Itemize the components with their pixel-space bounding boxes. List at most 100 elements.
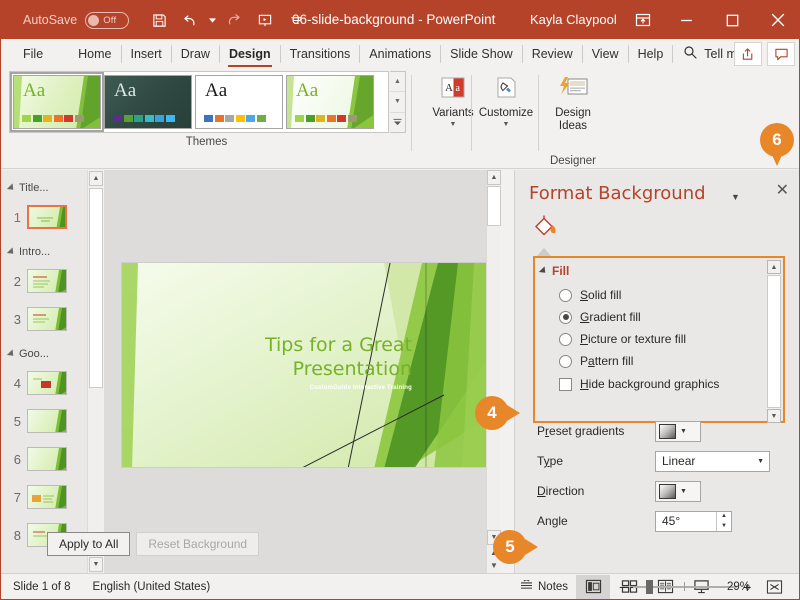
apply-to-all-button[interactable]: Apply to All bbox=[47, 532, 131, 556]
radio-button[interactable] bbox=[559, 310, 572, 324]
thumbnail-pane-scrollbar[interactable]: ▲ ▼ bbox=[87, 170, 103, 573]
chevron-down-icon[interactable]: ▼ bbox=[503, 121, 510, 128]
slide-canvas[interactable]: Tips for a Great Presentation CustomGuid… bbox=[121, 262, 487, 468]
scrollbar-thumb[interactable] bbox=[89, 188, 103, 388]
comments-icon[interactable] bbox=[767, 42, 795, 66]
tab-insert[interactable]: Insert bbox=[122, 39, 171, 69]
list-item[interactable]: 2 bbox=[1, 262, 87, 300]
chevron-down-icon[interactable]: ▼ bbox=[680, 428, 687, 435]
theme-thumbnail-2[interactable]: Aa bbox=[104, 75, 192, 129]
collapse-section-icon[interactable] bbox=[6, 183, 17, 193]
radio-button[interactable] bbox=[559, 288, 572, 302]
tab-file[interactable]: File bbox=[11, 39, 55, 69]
spinner-down-icon[interactable]: ▼ bbox=[717, 521, 731, 531]
customize-button[interactable]: Customize ▼ bbox=[474, 73, 538, 128]
undo-icon[interactable] bbox=[176, 7, 204, 33]
fill-bucket-icon[interactable] bbox=[533, 214, 561, 240]
undo-caret-icon[interactable] bbox=[207, 7, 217, 33]
collapse-section-icon[interactable] bbox=[6, 349, 17, 359]
tab-draw[interactable]: Draw bbox=[172, 39, 219, 69]
slide-area-scrollbar[interactable]: ▲ ▼ ▲ ▼ bbox=[486, 170, 501, 573]
tab-home[interactable]: Home bbox=[69, 39, 120, 69]
theme-thumbnail-1[interactable]: Aa bbox=[10, 72, 104, 132]
share-icon[interactable] bbox=[734, 42, 762, 66]
chevron-down-icon[interactable]: ▼ bbox=[450, 121, 457, 128]
design-ideas-button[interactable]: Design Ideas bbox=[541, 73, 605, 133]
chevron-down-icon[interactable]: ▼ bbox=[757, 458, 764, 465]
language-label[interactable]: English (United States) bbox=[93, 581, 211, 593]
radio-button[interactable] bbox=[559, 354, 572, 368]
scrollbar-thumb[interactable] bbox=[767, 275, 781, 408]
tab-animations[interactable]: Animations bbox=[360, 39, 440, 69]
tab-view[interactable]: View bbox=[583, 39, 628, 69]
maximize-icon[interactable] bbox=[709, 1, 755, 39]
themes-gallery-scrollbar[interactable]: ▲ ▼ bbox=[390, 71, 406, 133]
tab-review[interactable]: Review bbox=[523, 39, 582, 69]
slide-thumbnail[interactable] bbox=[27, 205, 67, 229]
list-item[interactable]: 7 bbox=[1, 478, 87, 516]
zoom-level-label[interactable]: 29% bbox=[727, 581, 750, 593]
chevron-down-icon[interactable]: ▼ bbox=[680, 488, 687, 495]
slide-edit-area[interactable]: Tips for a Great Presentation CustomGuid… bbox=[104, 170, 501, 573]
section-header-title[interactable]: Title... bbox=[1, 178, 87, 198]
fit-slide-to-window-icon[interactable] bbox=[766, 579, 783, 595]
slide-thumbnail[interactable] bbox=[27, 409, 67, 433]
scroll-up-icon[interactable]: ▲ bbox=[767, 260, 781, 274]
next-slide-icon[interactable]: ▼ bbox=[487, 559, 501, 572]
start-slideshow-icon[interactable] bbox=[251, 7, 279, 33]
scroll-down-icon[interactable]: ▼ bbox=[390, 92, 405, 113]
section-header-intro[interactable]: Intro... bbox=[1, 242, 87, 262]
slide-thumbnail-pane[interactable]: Title... 1 Intro... 2 3 Goo... 4 5 6 7 8 bbox=[1, 170, 87, 573]
close-icon[interactable]: ✕ bbox=[776, 183, 789, 199]
ribbon-display-options-icon[interactable] bbox=[623, 1, 663, 39]
preset-gradients-dropdown[interactable]: ▼ bbox=[655, 420, 701, 442]
spinner-buttons[interactable]: ▲ ▼ bbox=[716, 511, 731, 531]
list-item[interactable]: 3 bbox=[1, 300, 87, 338]
collapse-section-icon[interactable] bbox=[6, 247, 17, 257]
scroll-up-icon[interactable]: ▲ bbox=[390, 72, 405, 93]
fill-settings-scrollbar[interactable]: ▲ ▼ bbox=[767, 260, 781, 423]
theme-thumbnail-3[interactable]: Aa bbox=[195, 75, 283, 129]
chevron-down-icon[interactable]: ▼ bbox=[731, 192, 740, 202]
save-icon[interactable] bbox=[145, 7, 173, 33]
scroll-down-icon[interactable]: ▼ bbox=[89, 557, 103, 572]
radio-solid-fill[interactable]: Solid fill bbox=[559, 288, 621, 302]
user-account-name[interactable]: Kayla Claypool bbox=[530, 12, 617, 27]
tab-slide-show[interactable]: Slide Show bbox=[441, 39, 522, 69]
slide-title-text[interactable]: Tips for a Great Presentation bbox=[207, 333, 412, 381]
type-dropdown[interactable]: Linear ▼ bbox=[655, 450, 770, 472]
zoom-handle[interactable] bbox=[646, 579, 654, 594]
notes-button[interactable]: Notes bbox=[520, 578, 568, 594]
checkbox[interactable] bbox=[559, 377, 572, 391]
list-item[interactable]: 5 bbox=[1, 402, 87, 440]
radio-picture-or-texture-fill[interactable]: Picture or texture fill bbox=[559, 332, 686, 346]
scroll-down-icon[interactable]: ▼ bbox=[767, 409, 781, 423]
zoom-track[interactable] bbox=[633, 579, 738, 594]
minimize-icon[interactable] bbox=[663, 1, 709, 39]
tab-help[interactable]: Help bbox=[629, 39, 673, 69]
themes-gallery[interactable]: Aa Aa Aa Aa bbox=[9, 71, 389, 133]
autosave-toggle[interactable]: Off bbox=[85, 11, 130, 29]
scrollbar-thumb[interactable] bbox=[487, 186, 501, 226]
gallery-more-icon[interactable] bbox=[390, 113, 405, 132]
spinner-up-icon[interactable]: ▲ bbox=[717, 512, 731, 522]
direction-dropdown[interactable]: ▼ bbox=[655, 480, 701, 502]
slide-thumbnail[interactable] bbox=[27, 371, 67, 395]
slide-thumbnail[interactable] bbox=[27, 307, 67, 331]
slide-subtitle-text[interactable]: CustomGuide Interactive Training bbox=[207, 385, 412, 391]
scroll-up-icon[interactable]: ▲ bbox=[89, 171, 103, 186]
fill-section-header[interactable]: Fill bbox=[538, 264, 569, 278]
radio-gradient-fill[interactable]: Gradient fill bbox=[559, 310, 641, 324]
list-item[interactable]: 6 bbox=[1, 440, 87, 478]
theme-thumbnail-4[interactable]: Aa bbox=[286, 75, 374, 129]
zoom-out-button[interactable]: − bbox=[619, 580, 627, 594]
redo-icon[interactable] bbox=[220, 7, 248, 33]
list-item[interactable]: 4 bbox=[1, 364, 87, 402]
close-icon[interactable] bbox=[755, 1, 799, 39]
angle-spinner[interactable]: 45° ▲ ▼ bbox=[655, 510, 732, 532]
radio-pattern-fill[interactable]: Pattern fill bbox=[559, 354, 633, 368]
tab-design[interactable]: Design bbox=[220, 39, 280, 69]
slide-thumbnail[interactable] bbox=[27, 447, 67, 471]
scroll-up-icon[interactable]: ▲ bbox=[487, 170, 501, 185]
list-item[interactable]: 1 bbox=[1, 198, 87, 236]
